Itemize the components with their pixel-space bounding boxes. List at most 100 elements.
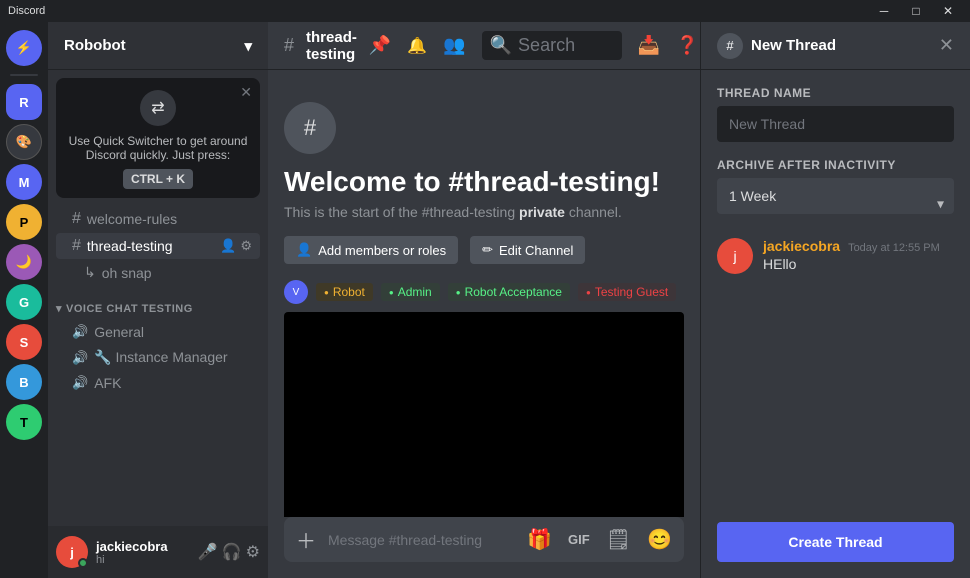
server-icon-0[interactable]: R [6,84,42,120]
gift-icon[interactable]: 🎁 [523,519,556,560]
search-icon: 🔍 [490,35,512,56]
channel-name-label: oh snap [102,265,152,281]
thread-msg-text: HEllo [763,256,954,272]
chat-content: # Welcome to #thread-testing! This is th… [268,70,700,517]
thread-msg-content: jackiecobra Today at 12:55 PM HEllo [763,238,954,274]
search-placeholder: Search [518,35,575,56]
server-list: ⚡ R 🎨 M P 🌙 G S B T [0,22,48,578]
reply-icon: ↳ [84,264,96,281]
server-icon-2[interactable]: M [6,164,42,200]
help-icon[interactable]: ❓ [676,35,698,56]
channel-welcome-rules[interactable]: # welcome-rules [56,206,260,232]
thread-message-preview: j jackiecobra Today at 12:55 PM HEllo [717,238,954,274]
role-badge-admin: ● Admin [381,283,440,301]
switcher-arrows-icon: ⇄ [140,90,176,126]
server-icon-1[interactable]: 🎨 [6,124,42,160]
user-panel: j jackiecobra hi 🎤 🎧 ⚙ [48,526,268,578]
inbox-icon[interactable]: 📥 [638,35,660,56]
chat-input-area: ＋ 🎁 GIF 🗒 😊 [268,517,700,578]
voice-channel-afk[interactable]: 🔊 AFK [56,371,260,395]
thread-header-left: # New Thread [717,33,836,59]
server-icon-7[interactable]: B [6,364,42,400]
voice-channel-general[interactable]: 🔊 General [56,320,260,344]
voice-category-header[interactable]: ▾ VOICE CHAT TESTING [48,286,268,319]
close-tooltip-button[interactable]: ✕ [240,84,252,101]
person-add-icon: 👤 [296,242,312,258]
welcome-title: Welcome to #thread-testing! [284,166,684,198]
channel-name-label: thread-testing [87,238,173,254]
server-icon-6[interactable]: S [6,324,42,360]
quick-switcher-tooltip: ✕ ⇄ Use Quick Switcher to get around Dis… [56,78,260,198]
thread-name-input[interactable] [717,106,954,142]
media-content-box [284,312,684,517]
discord-icon: ⚡ [16,40,32,56]
thread-panel-title: New Thread [751,37,836,54]
thread-msg-timestamp: Today at 12:55 PM [848,242,940,254]
server-icon-8[interactable]: T [6,404,42,440]
thread-close-button[interactable]: ✕ [939,35,954,56]
settings-icon[interactable]: ⚙ [246,542,260,562]
emoji-icon[interactable]: 😊 [643,519,676,560]
volume-icon: 🔊 [72,350,88,366]
thread-msg-avatar: j [717,238,753,274]
archive-select[interactable]: 1 Hour 24 Hours 3 Days 1 Week [717,178,954,214]
welcome-actions: 👤 Add members or roles ✏ Edit Channel [284,236,684,264]
add-attachment-button[interactable]: ＋ [292,517,320,562]
archive-select-wrapper: 1 Hour 24 Hours 3 Days 1 Week [717,178,954,230]
server-name-label: Robobot [64,37,126,54]
volume-icon: 🔊 [72,324,88,340]
create-thread-button[interactable]: Create Thread [717,522,954,562]
headphones-icon[interactable]: 🎧 [222,542,242,562]
voice-channel-instance-manager[interactable]: 🔊 🔧 Instance Manager [56,345,260,370]
add-member-icon[interactable]: 👤 [220,238,236,254]
category-label: VOICE CHAT TESTING [66,303,193,315]
thread-header: # New Thread ✕ [701,22,970,70]
server-name-header[interactable]: Robobot ▾ [48,22,268,70]
home-button[interactable]: ⚡ [6,30,42,66]
server-icon-3[interactable]: P [6,204,42,240]
search-bar[interactable]: 🔍 Search [482,31,622,60]
thread-panel: # New Thread ✕ THREAD NAME ARCHIVE AFTER… [700,22,970,578]
chevron-icon: ▾ [56,302,62,315]
gif-icon[interactable]: GIF [564,524,594,555]
mic-icon[interactable]: 🎤 [198,542,218,562]
add-members-button[interactable]: 👤 Add members or roles [284,236,458,264]
user-status-indicator [78,558,88,568]
welcome-section: # Welcome to #thread-testing! This is th… [284,86,684,517]
archive-field-label: ARCHIVE AFTER INACTIVITY [717,158,954,172]
sticker-icon[interactable]: 🗒 [602,519,635,560]
bell-icon[interactable]: 🔔 [407,36,427,56]
main-chat: # thread-testing 📌 🔔 👥 🔍 Search 📥 ❓ # We… [268,22,700,578]
user-info: jackiecobra hi [96,539,190,566]
pin-icon[interactable]: 📌 [369,35,391,56]
close-button[interactable]: ✕ [934,2,962,20]
server-icon-5[interactable]: G [6,284,42,320]
thread-msg-username: jackiecobra [763,238,840,254]
settings-icon[interactable]: ⚙ [240,238,252,254]
thread-content: THREAD NAME ARCHIVE AFTER INACTIVITY 1 H… [701,70,970,522]
channel-thread-testing[interactable]: # thread-testing 👤 ⚙ [56,233,260,259]
username-label: jackiecobra [96,539,190,554]
user-tag-label: hi [96,554,190,566]
maximize-button[interactable]: □ [902,2,930,20]
voice-channel-label: AFK [94,375,121,391]
channel-hash-icon: # [284,35,294,56]
channel-oh-snap[interactable]: ↳ oh snap [56,260,260,285]
voice-channel-label: 🔧 Instance Manager [94,349,227,366]
members-row: V ● Robot ● Admin ● Robot Acceptance ● [284,280,684,304]
app-title: Discord [8,5,45,17]
chat-input-box: ＋ 🎁 GIF 🗒 😊 [284,517,684,562]
welcome-description: This is the start of the #thread-testing… [284,204,684,220]
edit-channel-button[interactable]: ✏ Edit Channel [470,236,585,264]
server-icon-4[interactable]: 🌙 [6,244,42,280]
thread-name-field-label: THREAD NAME [717,86,954,100]
minimize-button[interactable]: ─ [870,2,898,20]
channel-name-header: thread-testing [306,29,357,63]
members-icon[interactable]: 👥 [443,35,465,56]
hash-icon: # [72,237,81,255]
message-input[interactable] [328,520,515,560]
sidebar-content: ✕ ⇄ Use Quick Switcher to get around Dis… [48,70,268,526]
chevron-down-icon: ▾ [244,37,252,55]
role-badge-testing-guest: ● Testing Guest [578,283,676,301]
pencil-icon: ✏ [482,242,493,258]
